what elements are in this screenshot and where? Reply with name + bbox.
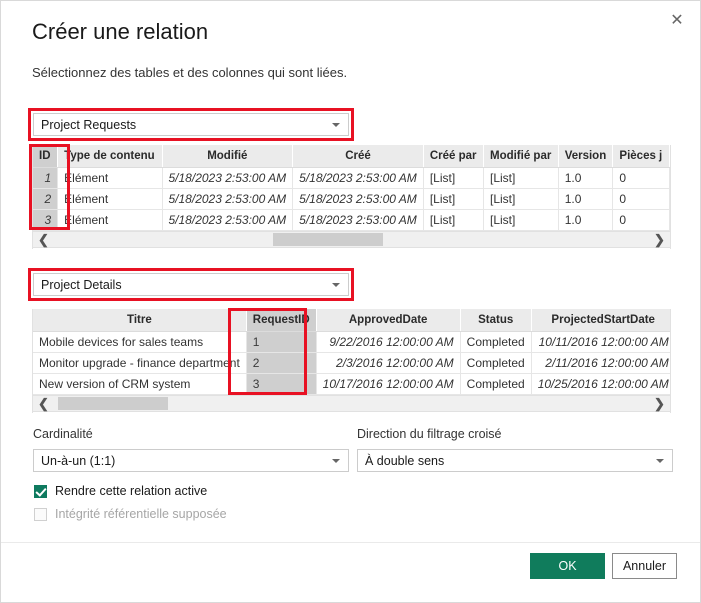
table2-cell-requestid: 1 — [246, 331, 317, 353]
table1-cell-createdby: [List] — [423, 167, 484, 189]
table1-cell-attachments: 0 — [612, 188, 670, 210]
cross-filter-select[interactable]: À double sens — [357, 449, 673, 472]
ok-button[interactable]: OK — [530, 553, 605, 579]
table1-cell-modifiedby: [List] — [483, 167, 559, 189]
chevron-down-icon — [332, 458, 340, 463]
table2-cell-titre: Monitor upgrade - finance department — [33, 352, 247, 374]
table1-selector-value: Project Requests — [41, 117, 137, 132]
table2-cell-titre: Mobile devices for sales teams — [33, 331, 247, 353]
table2-cell-projstart: 2/11/2016 12:00:00 AM — [531, 352, 670, 374]
table2-cell-status: Completed — [460, 331, 532, 353]
table1-cell-modified: 5/18/2023 2:53:00 AM — [162, 188, 294, 210]
empty-checkbox-icon — [34, 507, 47, 521]
table1-cell-version: 1.0 — [558, 209, 614, 231]
table2-cell-status: Completed — [460, 352, 532, 374]
table1-cell-attachments: 0 — [612, 209, 670, 231]
checkmark-icon — [34, 484, 47, 498]
table2-cell-approved: 9/22/2016 12:00:00 AM — [316, 331, 461, 353]
dialog-subtitle: Sélectionnez des tables et des colonnes … — [32, 65, 348, 80]
create-relationship-dialog: ✕ Créer une relation Sélectionnez des ta… — [0, 0, 701, 603]
table2-cell-status: Completed — [460, 373, 532, 395]
cardinality-label: Cardinalité — [33, 427, 93, 441]
table1-cell-attachments: 0 — [612, 167, 670, 189]
close-icon[interactable]: ✕ — [662, 7, 692, 35]
table1-col-header-attachments[interactable]: Pièces j — [612, 145, 670, 168]
table2-col-header-projstart[interactable]: ProjectedStartDate — [531, 309, 670, 332]
cross-filter-value: À double sens — [365, 453, 445, 468]
chevron-down-icon — [332, 122, 340, 127]
table2-cell-requestid: 2 — [246, 352, 317, 374]
chevron-right-icon[interactable]: ❯ — [651, 232, 668, 247]
table1-col-header-modifiedby[interactable]: Modifié par — [483, 145, 559, 168]
table2-horizontal-scrollbar[interactable]: ❮ ❯ — [32, 395, 671, 412]
table1-col-header-id[interactable]: ID — [33, 145, 59, 168]
table-row: 1 Élément 5/18/2023 2:53:00 AM 5/18/2023… — [33, 167, 670, 189]
chevron-right-icon[interactable]: ❯ — [651, 396, 668, 411]
cardinality-select[interactable]: Un-à-un (1:1) — [33, 449, 349, 472]
table1-horizontal-scrollbar[interactable]: ❮ ❯ — [32, 231, 671, 248]
table-row: 3 Élément 5/18/2023 2:53:00 AM 5/18/2023… — [33, 209, 670, 231]
cancel-button[interactable]: Annuler — [612, 553, 677, 579]
table1-cell-type: Élément — [57, 209, 163, 231]
table1-col-header-created[interactable]: Créé — [292, 145, 424, 168]
table1-cell-created: 5/18/2023 2:53:00 AM — [292, 209, 424, 231]
assume-referential-integrity-checkbox: Intégrité référentielle supposée — [34, 507, 227, 521]
table-row: New version of CRM system 3 10/17/2016 1… — [33, 373, 670, 395]
table2-header-row: Titre RequestID ApprovedDate Status Proj… — [33, 309, 670, 332]
table1-cell-created: 5/18/2023 2:53:00 AM — [292, 167, 424, 189]
table1-cell-id: 2 — [33, 188, 59, 210]
make-relationship-active-label: Rendre cette relation active — [55, 484, 208, 498]
make-relationship-active-checkbox[interactable]: Rendre cette relation active — [34, 484, 207, 498]
table1-cell-modified: 5/18/2023 2:53:00 AM — [162, 167, 294, 189]
table1-col-header-version[interactable]: Version — [558, 145, 614, 168]
table1-selector[interactable]: Project Requests — [33, 113, 349, 136]
chevron-left-icon[interactable]: ❮ — [35, 396, 52, 411]
table1-cell-modifiedby: [List] — [483, 209, 559, 231]
table1-cell-type: Élément — [57, 188, 163, 210]
table1-cell-created: 5/18/2023 2:53:00 AM — [292, 188, 424, 210]
table1-preview-table: ID Type de contenu Modifié Créé Créé par… — [33, 145, 670, 231]
table2-col-header-requestid[interactable]: RequestID — [246, 309, 317, 332]
table2-selector[interactable]: Project Details — [33, 273, 349, 296]
scrollbar-thumb[interactable] — [58, 397, 168, 410]
table1-cell-createdby: [List] — [423, 188, 484, 210]
cardinality-value: Un-à-un (1:1) — [41, 453, 116, 468]
page-title: Créer une relation — [32, 19, 209, 44]
table1-col-header-type[interactable]: Type de contenu — [57, 145, 163, 168]
table2-selector-value: Project Details — [41, 277, 122, 292]
chevron-down-icon — [656, 458, 664, 463]
footer-divider — [1, 542, 700, 543]
table-row: Mobile devices for sales teams 1 9/22/20… — [33, 331, 670, 353]
table-row: Monitor upgrade - finance department 2 2… — [33, 352, 670, 374]
table1-col-header-createdby[interactable]: Créé par — [423, 145, 484, 168]
table1-cell-version: 1.0 — [558, 167, 614, 189]
table2-cell-projstart: 10/11/2016 12:00:00 AM — [531, 331, 670, 353]
table2-col-header-approved[interactable]: ApprovedDate — [316, 309, 461, 332]
table1-cell-id: 3 — [33, 209, 59, 231]
table1-cell-modified: 5/18/2023 2:53:00 AM — [162, 209, 294, 231]
table1-header-row: ID Type de contenu Modifié Créé Créé par… — [33, 145, 670, 168]
table2-col-header-titre[interactable]: Titre — [33, 309, 247, 332]
table1-cell-id: 1 — [33, 167, 59, 189]
scrollbar-thumb[interactable] — [273, 233, 383, 246]
table1-col-header-modified[interactable]: Modifié — [162, 145, 294, 168]
table2-col-header-status[interactable]: Status — [460, 309, 532, 332]
table2-cell-requestid: 3 — [246, 373, 317, 395]
table2-cell-projstart: 10/25/2016 12:00:00 AM — [531, 373, 670, 395]
table1-cell-modifiedby: [List] — [483, 188, 559, 210]
table2-cell-approved: 2/3/2016 12:00:00 AM — [316, 352, 461, 374]
table2-cell-approved: 10/17/2016 12:00:00 AM — [316, 373, 461, 395]
table2-cell-titre: New version of CRM system — [33, 373, 247, 395]
table1-cell-version: 1.0 — [558, 188, 614, 210]
table2-preview-table: Titre RequestID ApprovedDate Status Proj… — [33, 309, 670, 395]
chevron-left-icon[interactable]: ❮ — [35, 232, 52, 247]
table1-cell-type: Élément — [57, 167, 163, 189]
assume-referential-integrity-label: Intégrité référentielle supposée — [55, 507, 227, 521]
cross-filter-label: Direction du filtrage croisé — [357, 427, 502, 441]
chevron-down-icon — [332, 282, 340, 287]
table-row: 2 Élément 5/18/2023 2:53:00 AM 5/18/2023… — [33, 188, 670, 210]
table1-cell-createdby: [List] — [423, 209, 484, 231]
